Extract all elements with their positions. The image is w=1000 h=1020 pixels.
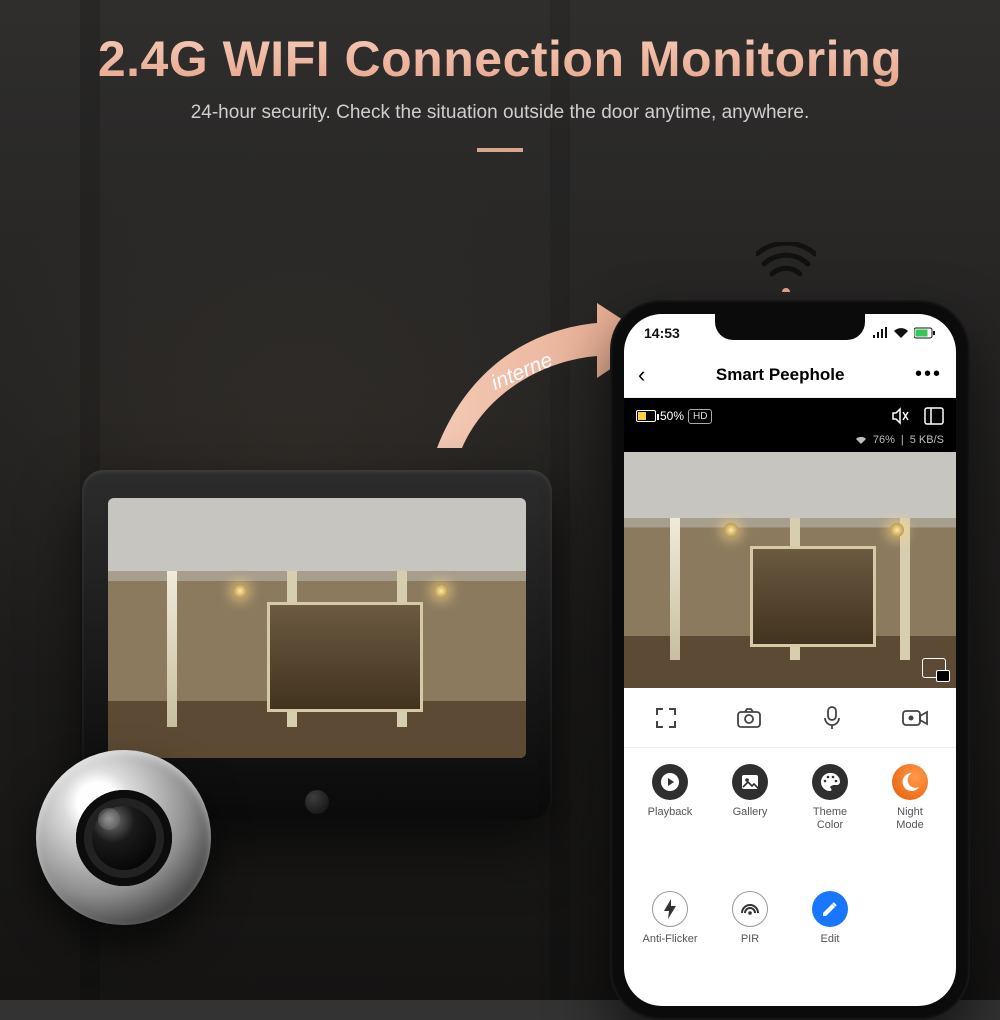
camera-lens — [76, 790, 172, 886]
video-panel: 50% HD 76% | 5 KB/S — [624, 398, 956, 688]
monitor-home-button[interactable] — [305, 790, 329, 814]
hero-divider — [477, 148, 523, 152]
wifi-icon — [756, 242, 816, 292]
record-button[interactable] — [901, 704, 929, 732]
pir-label: PIR — [741, 933, 759, 946]
wifi-small-icon — [855, 435, 867, 445]
playback-label: Playback — [648, 806, 693, 819]
edit-icon — [812, 891, 848, 927]
feature-night[interactable]: NightMode — [870, 764, 950, 881]
gallery-icon — [732, 764, 768, 800]
hero-subtitle: 24-hour security. Check the situation ou… — [40, 102, 960, 124]
feature-antiflicker[interactable]: Anti-Flicker — [630, 891, 710, 996]
app-header: ‹ Smart Peephole ••• — [624, 352, 956, 398]
monitor-screen — [108, 498, 526, 758]
feature-edit[interactable]: Edit — [790, 891, 870, 996]
porch-scene — [108, 498, 526, 758]
back-button[interactable]: ‹ — [638, 362, 645, 388]
network-bar: 76% | 5 KB/S — [624, 434, 956, 452]
layout-icon[interactable] — [924, 407, 944, 425]
phone: 14:53 ‹ Smart Peephole ••• 50% HD — [610, 300, 970, 1020]
mic-button[interactable] — [818, 704, 846, 732]
peephole-camera — [36, 750, 211, 925]
feature-grid: Playback Gallery ThemeColor NightMode Anti-F… — [624, 748, 956, 1006]
playback-icon — [652, 764, 688, 800]
app-title: Smart Peephole — [716, 365, 845, 385]
hero: 2.4G WIFI Connection Monitoring 24-hour … — [0, 0, 1000, 152]
battery-badge: 50% HD — [636, 409, 712, 424]
theme-icon — [812, 764, 848, 800]
night-icon — [892, 764, 928, 800]
wifi-status-icon — [893, 327, 909, 339]
video-feed[interactable] — [624, 452, 956, 688]
battery-status-icon — [914, 327, 936, 339]
antiflicker-label: Anti-Flicker — [642, 933, 697, 946]
signal-icon — [872, 327, 888, 339]
status-time: 14:53 — [644, 325, 680, 341]
mute-icon[interactable] — [890, 406, 910, 426]
feature-pir[interactable]: PIR — [710, 891, 790, 996]
pip-icon[interactable] — [922, 658, 946, 678]
edit-label: Edit — [821, 933, 840, 946]
theme-label: ThemeColor — [813, 806, 847, 831]
snapshot-button[interactable] — [735, 704, 763, 732]
pir-icon — [732, 891, 768, 927]
night-label: NightMode — [896, 806, 924, 831]
hd-badge: HD — [688, 409, 712, 424]
gallery-label: Gallery — [733, 806, 768, 819]
feature-gallery[interactable]: Gallery — [710, 764, 790, 881]
toolbar — [624, 688, 956, 748]
fullscreen-button[interactable] — [652, 704, 680, 732]
feature-playback[interactable]: Playback — [630, 764, 710, 881]
more-button[interactable]: ••• — [915, 363, 942, 386]
hero-title: 2.4G WIFI Connection Monitoring — [40, 30, 960, 88]
phone-notch — [715, 314, 865, 340]
antiflicker-icon — [652, 891, 688, 927]
feature-theme[interactable]: ThemeColor — [790, 764, 870, 881]
